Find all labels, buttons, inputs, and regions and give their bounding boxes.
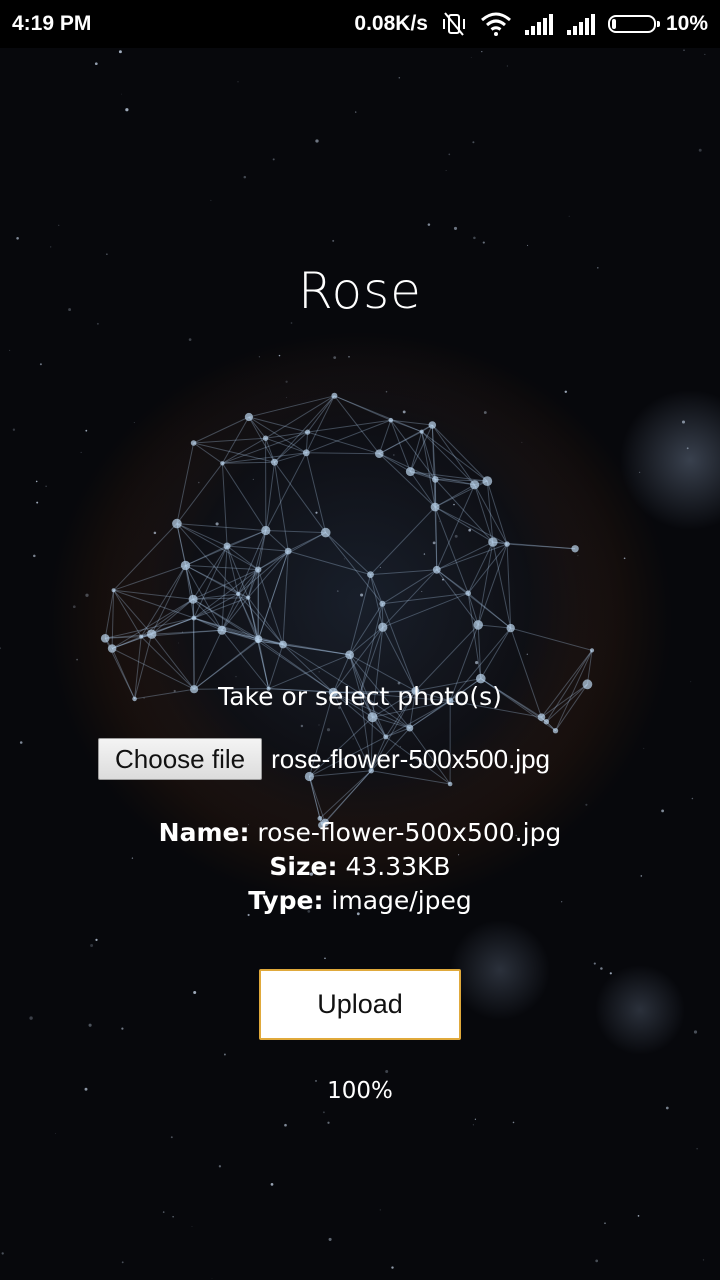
status-bar: 4:19 PM 0.08K/s 10% [0,0,720,48]
file-size-value: 43.33KB [345,852,451,881]
file-size-label: Size: [269,852,338,881]
file-name-row: Name: rose-flower-500x500.jpg [0,816,720,850]
upload-button[interactable]: Upload [259,969,461,1040]
selected-file-name: rose-flower-500x500.jpg [271,743,551,774]
signal-icon [524,12,554,36]
upload-progress: 100% [327,1078,393,1104]
file-input: Choose file rose-flower-500x500.jpg [98,738,550,780]
wifi-icon [480,11,512,37]
screen: 4:19 PM 0.08K/s 10% Rose Take or select … [0,0,720,1280]
file-size-row: Size: 43.33KB [0,850,720,884]
file-name-value: rose-flower-500x500.jpg [257,818,562,847]
upload-page: Rose Take or select photo(s) Choose file… [0,48,720,1280]
battery-level [611,19,616,29]
battery-percent: 10% [665,12,708,35]
upload-prompt: Take or select photo(s) [218,682,502,711]
network-speed: 0.08K/s [354,12,428,35]
file-type-value: image/jpeg [331,886,472,915]
battery-icon [607,15,660,33]
status-icons: 0.08K/s 10% [354,11,708,37]
status-time: 4:19 PM [12,12,92,35]
choose-file-button[interactable]: Choose file [98,738,263,780]
file-type-label: Type: [248,886,324,915]
battery: 10% [607,12,708,36]
file-name-label: Name: [158,818,250,847]
page-title: Rose [298,262,422,320]
vibrate-off-icon [440,11,468,37]
signal-icon [566,12,596,36]
file-type-row: Type: image/jpeg [0,884,720,918]
file-info: Name: rose-flower-500x500.jpg Size: 43.3… [0,816,720,918]
